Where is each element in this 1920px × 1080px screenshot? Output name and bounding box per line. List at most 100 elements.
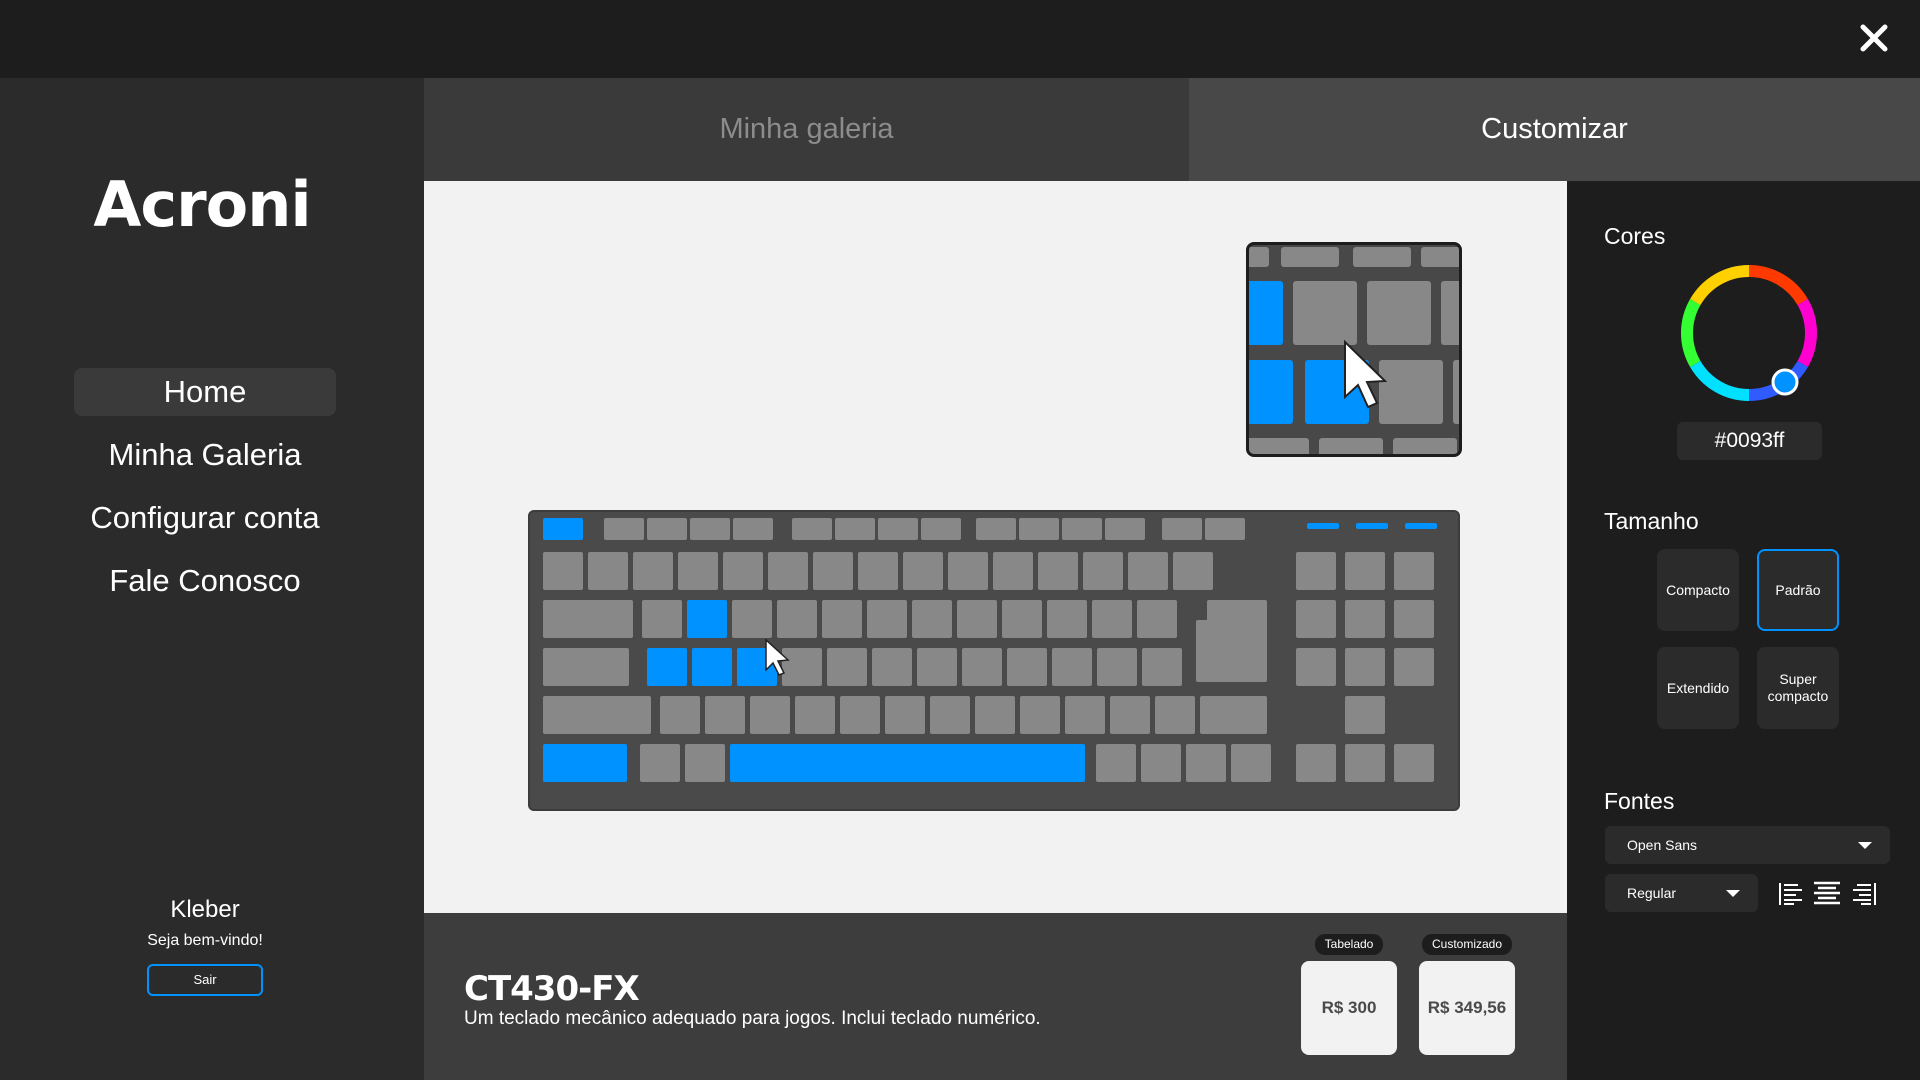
keyboard-key[interactable] — [690, 518, 730, 540]
keyboard-key[interactable] — [813, 552, 853, 590]
keyboard-key[interactable] — [1047, 600, 1087, 638]
keyboard-key[interactable] — [1186, 744, 1226, 782]
keyboard-key[interactable] — [782, 648, 822, 686]
keyboard-key[interactable] — [543, 648, 629, 686]
color-wheel[interactable] — [1679, 263, 1819, 403]
keyboard-key[interactable] — [1052, 648, 1092, 686]
keyboard-key[interactable] — [867, 600, 907, 638]
align-left-icon[interactable] — [1778, 881, 1804, 907]
keyboard-key[interactable] — [768, 552, 808, 590]
keyboard-key[interactable] — [1345, 648, 1385, 686]
keyboard-key[interactable] — [912, 600, 952, 638]
keyboard-key[interactable] — [543, 696, 651, 734]
keyboard-key[interactable] — [903, 552, 943, 590]
keyboard-key[interactable] — [723, 552, 763, 590]
keyboard-key[interactable] — [1345, 552, 1385, 590]
keyboard-key[interactable] — [1356, 523, 1388, 529]
size-extendido-button[interactable]: Extendido — [1657, 647, 1739, 729]
keyboard-key[interactable] — [917, 648, 957, 686]
keyboard-key[interactable] — [543, 518, 583, 540]
keyboard-key[interactable] — [1394, 648, 1434, 686]
keyboard-key[interactable] — [1162, 518, 1202, 540]
keyboard-key[interactable] — [840, 696, 880, 734]
keyboard-key[interactable] — [777, 600, 817, 638]
keyboard-key[interactable] — [543, 552, 583, 590]
keyboard-key[interactable] — [1097, 648, 1137, 686]
keyboard-key[interactable] — [858, 552, 898, 590]
keyboard-key[interactable] — [921, 518, 961, 540]
keyboard-key[interactable] — [930, 696, 970, 734]
keyboard-key[interactable] — [647, 518, 687, 540]
keyboard-key[interactable] — [633, 552, 673, 590]
keyboard-key[interactable] — [1019, 518, 1059, 540]
keyboard-key[interactable] — [948, 552, 988, 590]
keyboard-preview-canvas[interactable] — [424, 181, 1567, 913]
keyboard-key[interactable] — [993, 552, 1033, 590]
align-right-icon[interactable] — [1851, 881, 1877, 907]
size-padrao-button[interactable]: Padrão — [1757, 549, 1839, 631]
keyboard-key[interactable] — [1296, 648, 1336, 686]
sidebar-item-minha-galeria[interactable]: Minha Galeria — [74, 431, 336, 479]
keyboard-key[interactable] — [795, 696, 835, 734]
keyboard-key[interactable] — [962, 648, 1002, 686]
keyboard-key[interactable] — [685, 744, 725, 782]
sidebar-item-configurar-conta[interactable]: Configurar conta — [74, 494, 336, 542]
keyboard-key[interactable] — [730, 744, 1085, 782]
align-center-icon[interactable] — [1812, 881, 1842, 907]
keyboard-key[interactable] — [1231, 744, 1271, 782]
keyboard-key[interactable] — [1105, 518, 1145, 540]
keyboard-key[interactable] — [975, 696, 1015, 734]
keyboard-key[interactable] — [642, 600, 682, 638]
keyboard-key[interactable] — [1296, 552, 1336, 590]
tab-minha-galeria[interactable]: Minha galeria — [424, 78, 1189, 181]
keyboard-key[interactable] — [827, 648, 867, 686]
keyboard-key[interactable] — [1020, 696, 1060, 734]
keyboard-key[interactable] — [1137, 600, 1177, 638]
keyboard-key[interactable] — [1296, 600, 1336, 638]
keyboard-key[interactable] — [543, 744, 627, 782]
keyboard-key[interactable] — [750, 696, 790, 734]
keyboard-key[interactable] — [1038, 552, 1078, 590]
keyboard-key[interactable] — [1345, 744, 1385, 782]
tab-customizar[interactable]: Customizar — [1189, 78, 1920, 181]
keyboard-key[interactable] — [792, 518, 832, 540]
font-family-select[interactable]: Open Sans — [1605, 826, 1890, 864]
logout-button[interactable]: Sair — [147, 964, 263, 996]
keyboard-key[interactable] — [705, 696, 745, 734]
keyboard-key[interactable] — [1405, 523, 1437, 529]
keyboard-key[interactable] — [604, 518, 644, 540]
keyboard-key[interactable] — [543, 600, 633, 638]
keyboard-key[interactable] — [1394, 552, 1434, 590]
keyboard-key[interactable] — [640, 744, 680, 782]
size-super-compacto-button[interactable]: Super compacto — [1757, 647, 1839, 729]
keyboard[interactable] — [528, 510, 1460, 811]
keyboard-key[interactable] — [957, 600, 997, 638]
keyboard-key[interactable] — [1345, 600, 1385, 638]
hex-color-field[interactable]: #0093ff — [1677, 422, 1822, 460]
keyboard-key[interactable] — [835, 518, 875, 540]
keyboard-key[interactable] — [692, 648, 732, 686]
keyboard-key[interactable] — [733, 518, 773, 540]
keyboard-key[interactable] — [1065, 696, 1105, 734]
sidebar-item-fale-conosco[interactable]: Fale Conosco — [74, 557, 336, 605]
keyboard-key[interactable] — [1155, 696, 1195, 734]
keyboard-key[interactable] — [1092, 600, 1132, 638]
keyboard-key[interactable] — [885, 696, 925, 734]
keyboard-key[interactable] — [660, 696, 700, 734]
keyboard-key[interactable] — [1345, 696, 1385, 734]
color-picker-handle[interactable] — [1771, 368, 1799, 396]
size-compacto-button[interactable]: Compacto — [1657, 549, 1739, 631]
keyboard-key[interactable] — [647, 648, 687, 686]
keyboard-key[interactable] — [1110, 696, 1150, 734]
keyboard-key[interactable] — [1173, 552, 1213, 590]
font-weight-select[interactable]: Regular — [1605, 874, 1758, 912]
keyboard-key[interactable] — [1296, 744, 1336, 782]
keyboard-key[interactable] — [687, 600, 727, 638]
keyboard-key[interactable] — [1196, 620, 1267, 682]
keyboard-key[interactable] — [1083, 552, 1123, 590]
keyboard-key[interactable] — [976, 518, 1016, 540]
keyboard-key[interactable] — [1141, 744, 1181, 782]
close-button[interactable] — [1854, 18, 1894, 58]
keyboard-key[interactable] — [732, 600, 772, 638]
keyboard-key[interactable] — [878, 518, 918, 540]
